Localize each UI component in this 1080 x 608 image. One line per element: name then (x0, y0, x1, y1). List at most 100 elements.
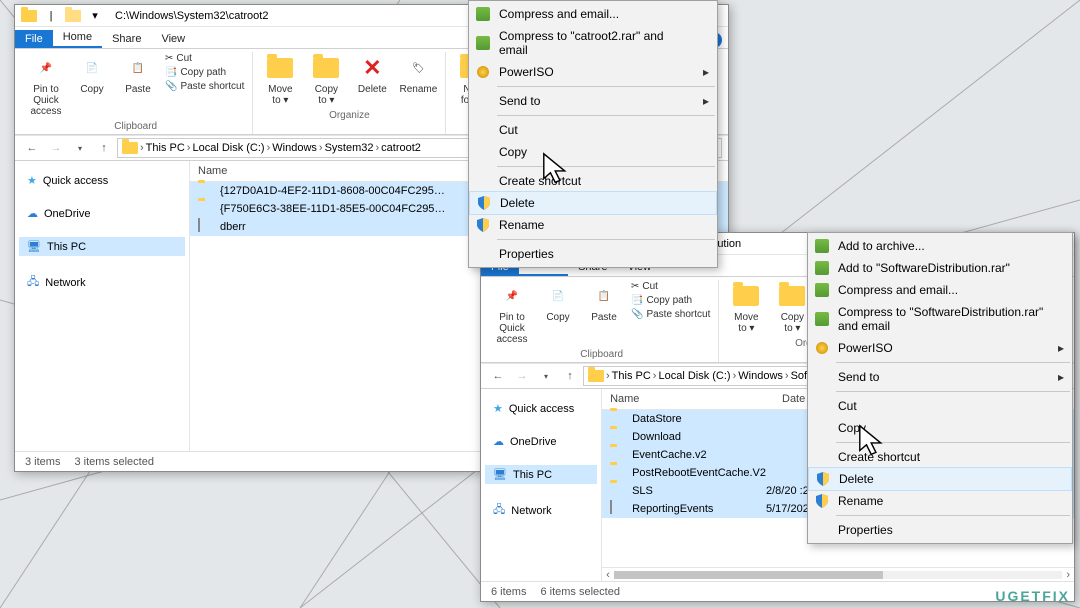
poweriso-icon (475, 64, 491, 80)
nav-onedrive[interactable]: ☁OneDrive (19, 204, 185, 223)
nav-quick-access[interactable]: ★Quick access (19, 171, 185, 190)
copy-to-button[interactable]: Copy to ▾ (305, 52, 347, 108)
blank-icon (475, 246, 491, 262)
forward-button[interactable]: → (511, 365, 533, 387)
rar-icon (475, 35, 491, 51)
shield-icon (476, 195, 492, 211)
menu-item-compress-and-email[interactable]: Compress and email... (469, 3, 717, 25)
menu-item-compress-to-catroot2-rar-and-email[interactable]: Compress to "catroot2.rar" and email (469, 25, 717, 61)
folder-icon (610, 447, 626, 463)
nav-quick-access[interactable]: ★Quick access (485, 399, 597, 418)
rar-icon (814, 311, 830, 327)
back-button[interactable]: ← (487, 365, 509, 387)
pin-quick-access-button[interactable]: 📌Pin to Quick access (25, 52, 67, 119)
copy-path-button[interactable]: 📑Copy path (629, 294, 712, 307)
back-button[interactable]: ← (21, 137, 43, 159)
blank-icon (475, 173, 491, 189)
nav-onedrive[interactable]: ☁OneDrive (485, 432, 597, 451)
blank-icon (475, 144, 491, 160)
menu-item-properties[interactable]: Properties (469, 243, 717, 265)
paste-shortcut-button[interactable]: 📎Paste shortcut (629, 308, 712, 321)
menu-item-rename[interactable]: Rename (808, 490, 1072, 512)
menu-item-copy[interactable]: Copy (808, 417, 1072, 439)
menu-item-properties[interactable]: Properties (808, 519, 1072, 541)
move-to-button[interactable]: Move to ▾ (259, 52, 301, 108)
up-button[interactable]: ↑ (559, 365, 581, 387)
status-selected: 3 items selected (74, 456, 153, 468)
status-items: 6 items (491, 586, 526, 598)
folder-icon (610, 483, 626, 499)
ribbon-group-clipboard: 📌Pin to Quick access 📄Copy 📋Paste ✂Cut 📑… (485, 280, 719, 362)
qat-item[interactable] (63, 7, 83, 25)
tab-file[interactable]: File (15, 30, 53, 48)
nav-this-pc[interactable]: 🖥This PC (485, 465, 597, 484)
menu-item-add-to-softwaredistribution-rar[interactable]: Add to "SoftwareDistribution.rar" (808, 257, 1072, 279)
poweriso-icon (814, 340, 830, 356)
menu-item-create-shortcut[interactable]: Create shortcut (469, 170, 717, 192)
menu-item-create-shortcut[interactable]: Create shortcut (808, 446, 1072, 468)
status-selected: 6 items selected (540, 586, 619, 598)
nav-network[interactable]: 🖧Network (19, 270, 185, 295)
paste-button[interactable]: 📋Paste (117, 52, 159, 97)
nav-pane: ★Quick access ☁OneDrive 🖥This PC 🖧Networ… (481, 389, 602, 581)
menu-item-compress-and-email[interactable]: Compress and email... (808, 279, 1072, 301)
menu-item-poweriso[interactable]: PowerISO▸ (469, 61, 717, 83)
menu-item-rename[interactable]: Rename (469, 214, 717, 236)
qat-dropdown[interactable]: ▾ (85, 7, 105, 25)
tab-share[interactable]: Share (102, 30, 151, 48)
menu-separator (836, 362, 1070, 363)
history-dropdown[interactable]: ▾ (535, 365, 557, 387)
menu-separator (497, 115, 715, 116)
blank-icon (814, 369, 830, 385)
context-menu: Add to archive...Add to "SoftwareDistrib… (807, 232, 1073, 544)
paste-shortcut-button[interactable]: 📎Paste shortcut (163, 80, 246, 93)
menu-item-delete[interactable]: Delete (469, 191, 717, 215)
move-to-button[interactable]: Move to ▾ (725, 280, 767, 336)
tab-home[interactable]: Home (53, 28, 102, 48)
menu-separator (836, 442, 1070, 443)
shield-icon (815, 471, 831, 487)
nav-network[interactable]: 🖧Network (485, 498, 597, 523)
menu-separator (836, 391, 1070, 392)
delete-button[interactable]: ✕Delete (351, 52, 393, 97)
group-label: Clipboard (114, 121, 157, 132)
folder-icon (198, 201, 214, 217)
submenu-arrow-icon: ▸ (703, 65, 709, 79)
folder-icon (610, 429, 626, 445)
submenu-arrow-icon: ▸ (1058, 341, 1064, 355)
menu-item-cut[interactable]: Cut (469, 119, 717, 141)
up-button[interactable]: ↑ (93, 137, 115, 159)
pin-quick-access-button[interactable]: 📌Pin to Quick access (491, 280, 533, 347)
hscrollbar[interactable]: ‹ › (602, 567, 1074, 581)
blank-icon (475, 122, 491, 138)
menu-item-send-to[interactable]: Send to▸ (808, 366, 1072, 388)
paste-button[interactable]: 📋Paste (583, 280, 625, 325)
history-dropdown[interactable]: ▾ (69, 137, 91, 159)
forward-button[interactable]: → (45, 137, 67, 159)
blank-icon (814, 522, 830, 538)
menu-item-cut[interactable]: Cut (808, 395, 1072, 417)
nav-this-pc[interactable]: 🖥This PC (19, 237, 185, 256)
file-icon (610, 501, 626, 517)
copy-button[interactable]: 📄Copy (537, 280, 579, 325)
blank-icon (814, 449, 830, 465)
menu-separator (497, 166, 715, 167)
copy-button[interactable]: 📄Copy (71, 52, 113, 97)
rename-button[interactable]: 🏷Rename (397, 52, 439, 97)
menu-item-add-to-archive[interactable]: Add to archive... (808, 235, 1072, 257)
tab-view[interactable]: View (151, 30, 195, 48)
menu-item-copy[interactable]: Copy (469, 141, 717, 163)
copy-path-button[interactable]: 📑Copy path (163, 66, 246, 79)
menu-item-compress-to-softwaredistribution-rar-and-email[interactable]: Compress to "SoftwareDistribution.rar" a… (808, 301, 1072, 337)
cut-button[interactable]: ✂Cut (163, 52, 246, 65)
menu-separator (497, 239, 715, 240)
ribbon-group-organize: Move to ▾ Copy to ▾ ✕Delete 🏷Rename Orga… (253, 52, 446, 134)
menu-item-delete[interactable]: Delete (808, 467, 1072, 491)
menu-item-poweriso[interactable]: PowerISO▸ (808, 337, 1072, 359)
group-label: Clipboard (580, 349, 623, 360)
shield-icon (475, 217, 491, 233)
rar-icon (475, 6, 491, 22)
blank-icon (814, 398, 830, 414)
menu-item-send-to[interactable]: Send to▸ (469, 90, 717, 112)
cut-button[interactable]: ✂Cut (629, 280, 712, 293)
